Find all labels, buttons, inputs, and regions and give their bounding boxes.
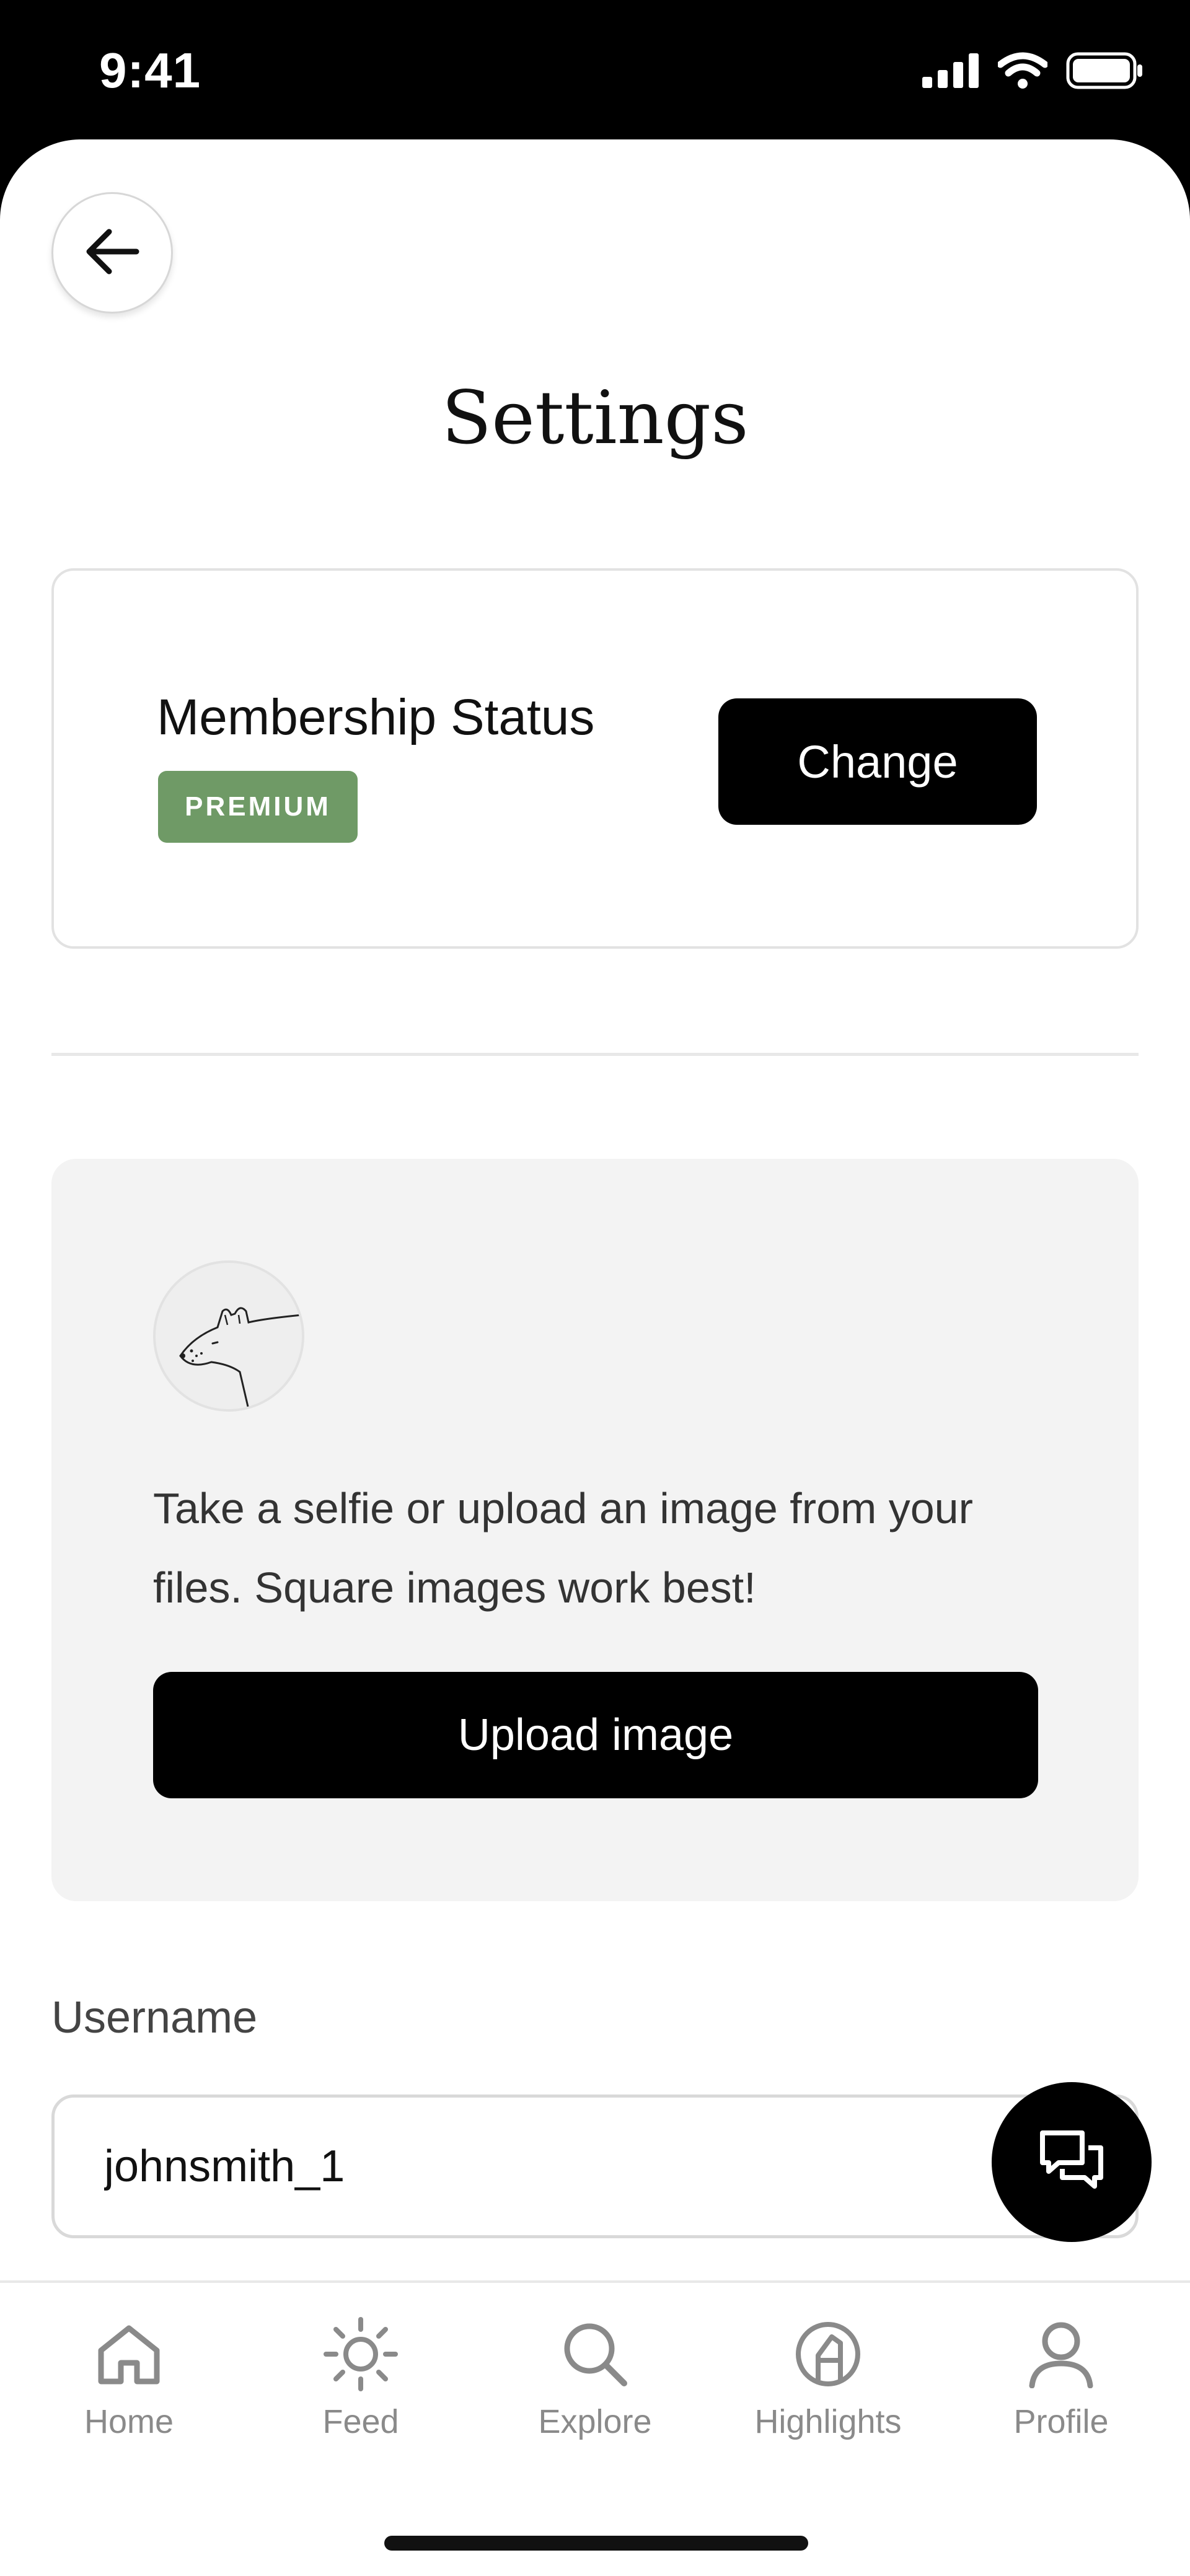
tab-feed-label: Feed — [322, 2403, 399, 2440]
upload-description: Take a selfie or upload an image from yo… — [153, 1484, 973, 1612]
arrow-left-icon — [84, 227, 140, 279]
page-title: Settings — [441, 375, 749, 460]
wifi-icon — [997, 52, 1049, 92]
signal-icon — [922, 53, 979, 91]
tab-highlights-label: Highlights — [754, 2403, 902, 2440]
tab-home[interactable]: Home — [36, 2317, 222, 2453]
chat-button[interactable] — [992, 2082, 1152, 2242]
membership-label: Membership Status — [157, 689, 595, 745]
tab-profile-label: Profile — [1013, 2403, 1109, 2440]
highlighter-icon — [788, 2317, 868, 2391]
profile-image-card: Take a selfie or upload an image from yo… — [51, 1159, 1139, 1901]
sun-icon — [320, 2317, 401, 2391]
tab-highlights[interactable]: Highlights — [735, 2317, 921, 2453]
person-icon — [1021, 2317, 1101, 2391]
home-indicator — [384, 2536, 808, 2551]
tab-explore-label: Explore — [538, 2403, 652, 2440]
premium-badge: PREMIUM — [158, 771, 358, 843]
back-button[interactable] — [51, 192, 173, 314]
tab-home-label: Home — [84, 2403, 174, 2440]
search-icon — [555, 2317, 635, 2391]
avatar[interactable] — [153, 1260, 304, 1412]
tab-feed[interactable]: Feed — [268, 2317, 454, 2453]
upload-image-button[interactable]: Upload image — [153, 1672, 1038, 1798]
chat-bubbles-icon — [1038, 2127, 1106, 2198]
membership-card: Membership Status PREMIUM Change — [51, 568, 1139, 949]
tab-explore[interactable]: Explore — [502, 2317, 688, 2453]
username-input[interactable] — [51, 2095, 1139, 2238]
change-membership-button[interactable]: Change — [718, 698, 1037, 825]
status-icons — [922, 52, 1144, 92]
status-bar: 9:41 — [0, 0, 1190, 143]
tab-profile[interactable]: Profile — [968, 2317, 1154, 2453]
battery-icon — [1066, 52, 1144, 92]
tab-bar: Home Feed Explore Highlights Profile — [0, 2280, 1190, 2576]
hyena-sketch-avatar — [179, 1307, 302, 1409]
settings-screen: Settings Membership Status PREMIUM Chang… — [0, 139, 1190, 2576]
home-icon — [89, 2317, 169, 2391]
section-divider — [51, 1053, 1139, 1056]
username-label: Username — [51, 1993, 258, 2042]
status-time: 9:41 — [99, 43, 201, 98]
